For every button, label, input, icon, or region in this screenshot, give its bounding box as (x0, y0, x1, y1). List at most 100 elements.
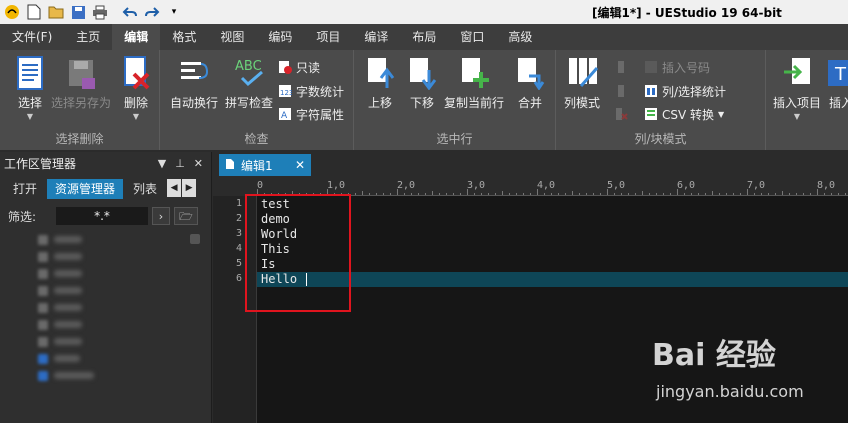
customize-toolbar-icon[interactable]: ▾ (166, 4, 182, 20)
select-save-as-button[interactable]: 选择另存为 (50, 56, 112, 111)
tab-build[interactable]: 编译 (352, 24, 400, 50)
list-item[interactable] (38, 300, 94, 315)
column-select-stats-button[interactable]: 列/选择统计 (644, 82, 726, 100)
ruler-tick (425, 193, 426, 195)
tab-list[interactable]: 列表 (125, 179, 166, 199)
folder-icon[interactable]: 🗁 (174, 207, 198, 225)
char-props-label: 字符属性 (296, 107, 345, 122)
ruler-tick (313, 193, 314, 195)
list-item[interactable] (38, 266, 94, 281)
tab-project[interactable]: 项目 (304, 24, 352, 50)
ruler-tick (418, 193, 419, 195)
code-line[interactable]: This (261, 242, 290, 257)
code-line[interactable]: test (261, 197, 290, 212)
tab-home[interactable]: 主页 (64, 24, 112, 50)
insert-number-button[interactable]: 插入号码 (644, 58, 710, 76)
save-icon[interactable] (70, 4, 86, 20)
tab-open[interactable]: 打开 (5, 179, 46, 199)
ruler-tick (355, 193, 356, 195)
delete-button[interactable]: 删除 ▼ (118, 56, 154, 121)
lock-icon[interactable] (190, 234, 200, 244)
redo-icon[interactable] (144, 4, 160, 20)
csv-convert-label: CSV 转换 (662, 107, 715, 122)
save-as-icon (66, 56, 96, 90)
select-button[interactable]: 选择 ▼ (10, 56, 50, 121)
column-fill-disabled-icon[interactable] (614, 82, 628, 100)
tab-file[interactable]: 文件(F) (0, 24, 64, 50)
insert-item-label: 插入项目 (772, 96, 821, 110)
ruler-tick (614, 193, 615, 195)
tab-edit[interactable]: 编辑 (112, 24, 161, 50)
window-title: [编辑1*] - UEStudio 19 64-bit (592, 6, 782, 20)
tab-advanced[interactable]: 高级 (496, 24, 544, 50)
code-line[interactable]: Hello (261, 272, 308, 287)
panel-menu-icon[interactable]: ▼ (158, 157, 166, 170)
ruler-tick (628, 193, 629, 195)
column-insert-disabled-icon[interactable] (614, 58, 628, 76)
ruler-tick-label: 5,0 (607, 180, 626, 191)
ruler-tick (481, 193, 482, 195)
auto-wrap-button[interactable]: 自动换行 (168, 56, 220, 111)
app-logo-icon[interactable] (4, 4, 20, 20)
tab-scroll-right-icon[interactable]: ▶ (182, 179, 197, 197)
ruler-tick (635, 193, 636, 195)
insert-button[interactable]: T 插入 (826, 56, 848, 111)
tab-view[interactable]: 视图 (208, 24, 256, 50)
char-props-button[interactable]: A 字符属性 (278, 105, 344, 123)
code-line[interactable]: Is (261, 257, 275, 272)
list-item[interactable] (38, 283, 94, 298)
tab-layout[interactable]: 布局 (400, 24, 448, 50)
print-icon[interactable] (92, 4, 108, 20)
drive-icon (38, 336, 48, 347)
list-item[interactable] (38, 351, 94, 366)
ruler-tick-label: 6,0 (677, 180, 696, 191)
tab-format[interactable]: 格式 (160, 24, 208, 50)
word-count-button[interactable]: 123 字数统计 (278, 82, 344, 100)
svg-text:ABC: ABC (235, 59, 262, 74)
insert-item-button[interactable]: 插入项目 ▼ (770, 56, 824, 121)
ruler-tick-label: 3,0 (467, 180, 486, 191)
read-only-icon (278, 60, 292, 74)
undo-icon[interactable] (122, 4, 138, 20)
ruler-tick (516, 193, 517, 195)
csv-convert-button[interactable]: CSV 转换 ▼ (644, 105, 724, 123)
pin-icon[interactable]: ⊥ (175, 157, 185, 170)
move-down-button[interactable]: 下移 (406, 56, 438, 111)
close-icon[interactable]: ✕ (295, 158, 305, 172)
move-up-button[interactable]: 上移 (364, 56, 396, 111)
tab-explorer[interactable]: 资源管理器 (47, 179, 124, 199)
document-tab[interactable]: 编辑1 ✕ (219, 154, 311, 176)
read-only-button[interactable]: 只读 (278, 58, 320, 76)
filter-input[interactable] (56, 207, 148, 225)
tab-scroll-left-icon[interactable]: ◀ (167, 179, 182, 197)
open-folder-icon[interactable] (48, 4, 64, 20)
column-mode-button[interactable]: 列模式 (562, 56, 602, 111)
column-delete-icon (614, 107, 628, 121)
list-item[interactable] (38, 368, 94, 383)
read-only-label: 只读 (296, 60, 321, 75)
new-file-icon[interactable] (26, 4, 42, 20)
ruler-tick (341, 193, 342, 195)
file-tree (38, 232, 94, 385)
list-item[interactable] (38, 249, 94, 264)
merge-button[interactable]: 合并 (514, 56, 546, 111)
line-number: 6 (235, 273, 242, 284)
ruler-tick (607, 189, 608, 195)
tab-encoding[interactable]: 编码 (256, 24, 304, 50)
text-cursor (306, 273, 308, 286)
code-line-text: Is (261, 257, 276, 271)
close-icon[interactable]: ✕ (194, 157, 203, 170)
code-line-text: Hello (261, 272, 305, 286)
column-delete-disabled-icon[interactable] (614, 105, 628, 123)
code-line[interactable]: World (261, 227, 297, 242)
tab-window[interactable]: 窗口 (448, 24, 496, 50)
spell-check-button[interactable]: ABC 拼写检查 (224, 56, 274, 111)
chevron-right-icon[interactable]: › (152, 207, 170, 225)
duplicate-line-button[interactable]: 复制当前行 (442, 56, 506, 111)
list-item[interactable] (38, 232, 94, 247)
code-line[interactable]: demo (261, 212, 290, 227)
ruler-tick (642, 191, 643, 195)
list-item[interactable] (38, 334, 94, 349)
list-item[interactable] (38, 317, 94, 332)
ruler-tick (768, 193, 769, 195)
